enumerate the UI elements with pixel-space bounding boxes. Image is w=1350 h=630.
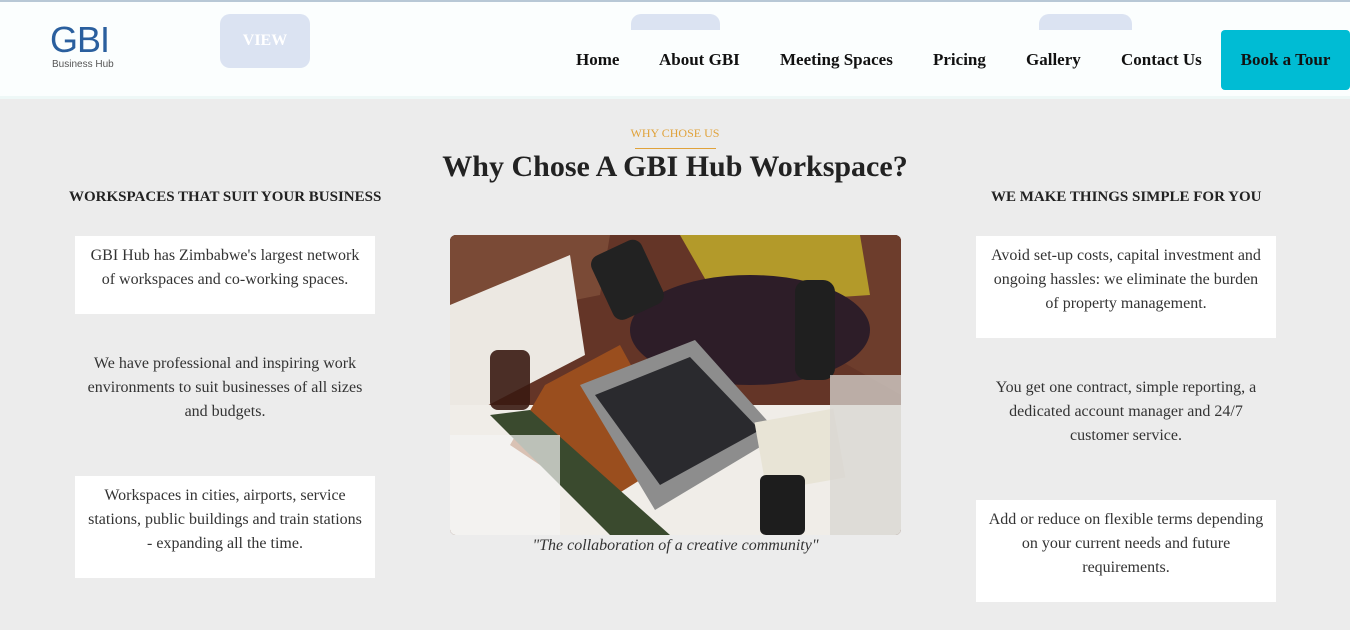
feature-card: You get one contract, simple reporting, … xyxy=(976,368,1276,464)
feature-card-text: Avoid set-up costs, capital investment a… xyxy=(991,247,1261,312)
ghost-button-fragment xyxy=(1039,14,1132,30)
feature-card-text: We have professional and inspiring work … xyxy=(87,355,363,420)
feature-card: Add or reduce on flexible terms dependin… xyxy=(976,500,1276,602)
book-a-tour-button[interactable]: Book a Tour xyxy=(1221,30,1350,90)
section-title: Why Chose A GBI Hub Workspace? xyxy=(442,150,908,183)
section-eyebrow: WHY CHOSE US xyxy=(630,126,720,140)
nav-meeting-spaces[interactable]: Meeting Spaces xyxy=(780,50,893,70)
eyebrow-underline xyxy=(635,148,716,149)
nav-home[interactable]: Home xyxy=(576,50,619,70)
gbi-logo[interactable]: GBI Business Hub xyxy=(50,22,130,82)
view-button[interactable]: VIEW xyxy=(220,14,310,68)
feature-card: We have professional and inspiring work … xyxy=(75,344,375,440)
feature-card: Avoid set-up costs, capital investment a… xyxy=(976,236,1276,338)
workspace-photo xyxy=(450,235,901,535)
right-column-heading: WE MAKE THINGS SIMPLE FOR YOU xyxy=(991,189,1262,205)
nav-about-gbi[interactable]: About GBI xyxy=(659,50,740,70)
left-column-heading: WORKSPACES THAT SUIT YOUR BUSINESS xyxy=(69,189,382,205)
nav-contact-us[interactable]: Contact Us xyxy=(1121,50,1202,70)
feature-card: GBI Hub has Zimbabwe's largest network o… xyxy=(75,236,375,314)
photo-caption: "The collaboration of a creative communi… xyxy=(532,537,819,554)
nav-pricing[interactable]: Pricing xyxy=(933,50,986,70)
feature-card-text: You get one contract, simple reporting, … xyxy=(995,379,1257,444)
nav-gallery[interactable]: Gallery xyxy=(1026,50,1081,70)
feature-card-text: Workspaces in cities, airports, service … xyxy=(88,487,362,552)
feature-card-text: Add or reduce on flexible terms dependin… xyxy=(988,511,1264,576)
site-header: GBI Business Hub VIEW Home About GBI Mee… xyxy=(0,2,1350,99)
feature-card-text: GBI Hub has Zimbabwe's largest network o… xyxy=(90,247,360,288)
feature-card: Workspaces in cities, airports, service … xyxy=(75,476,375,578)
ghost-button-fragment xyxy=(631,14,720,30)
logo-mark: GBI xyxy=(50,19,110,60)
logo-subtitle: Business Hub xyxy=(52,59,114,70)
